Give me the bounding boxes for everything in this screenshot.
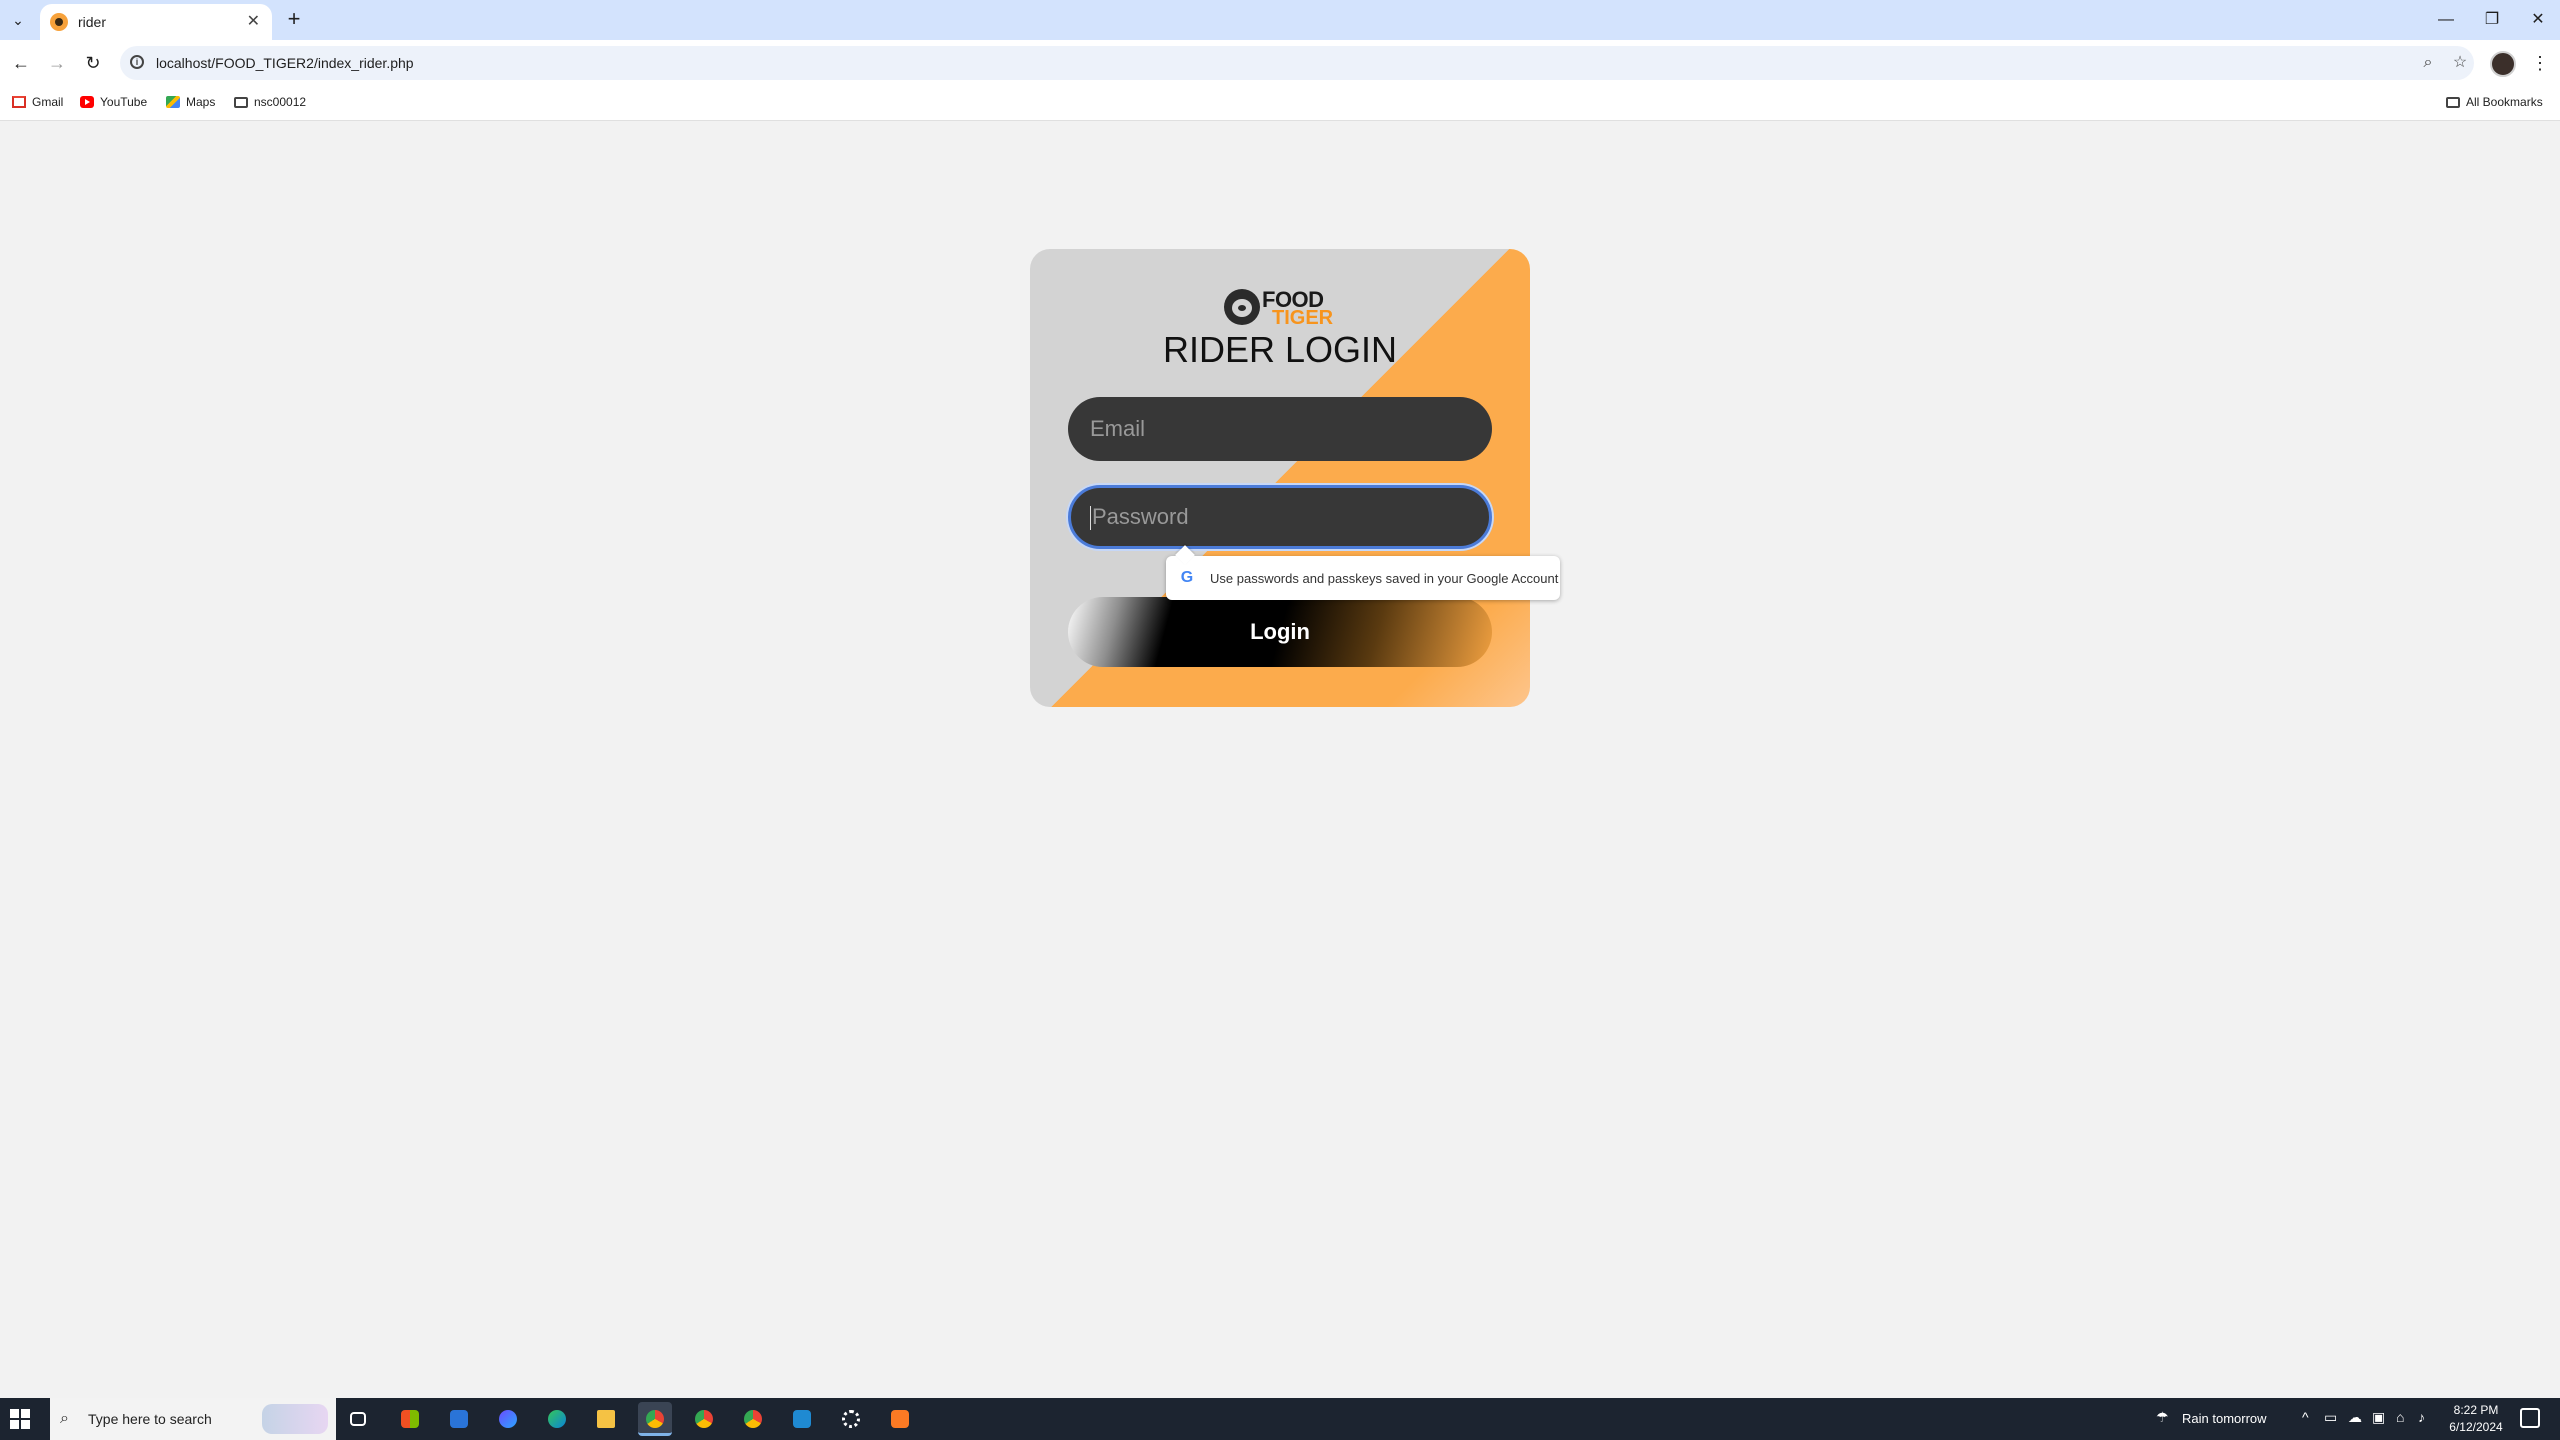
bookmark-youtube[interactable]: YouTube	[80, 95, 147, 109]
password-field[interactable]: Password	[1068, 485, 1492, 549]
folder-icon	[2446, 96, 2460, 108]
bookmark-label: Maps	[186, 95, 216, 109]
site-info-icon[interactable]: i	[130, 55, 144, 69]
address-bar[interactable]: i localhost/FOOD_TIGER2/index_rider.php …	[120, 46, 2474, 80]
page-title: RIDER LOGIN	[1162, 329, 1398, 370]
minimize-button[interactable]: —	[2426, 8, 2466, 32]
bookmark-star-icon[interactable]: ☆	[2450, 53, 2470, 73]
back-button[interactable]: ←	[9, 51, 33, 75]
meet-icon[interactable]: ▭	[2324, 1409, 2337, 1426]
tab-search-chevron-icon[interactable]: ⌄	[8, 10, 28, 30]
google-g-icon: G	[1180, 569, 1194, 586]
tab-close-icon[interactable]: ✕	[247, 13, 260, 31]
all-bookmarks-label: All Bookmarks	[2466, 95, 2543, 109]
reload-button[interactable]: ↻	[81, 51, 105, 75]
email-field[interactable]: Email	[1068, 397, 1492, 461]
new-tab-button[interactable]: +	[282, 8, 306, 32]
tiger-favicon-icon	[50, 13, 68, 31]
copilot-icon[interactable]	[491, 1402, 525, 1436]
show-hidden-icons-icon[interactable]: ^	[2302, 1409, 2309, 1425]
food-tiger-logo: FOOD TIGER	[1224, 287, 1336, 331]
taskbar-search-box[interactable]: ⌕ Type here to search	[50, 1398, 336, 1440]
tab-title: rider	[78, 14, 107, 30]
folder-icon	[234, 96, 248, 108]
onedrive-icon[interactable]: ☁	[2348, 1409, 2362, 1426]
zoom-icon[interactable]: ⌕	[2418, 53, 2438, 73]
bookmark-gmail[interactable]: Gmail	[12, 95, 63, 109]
search-icon: ⌕	[60, 1410, 69, 1427]
login-card: FOOD TIGER RIDER LOGIN Email Password Lo…	[1030, 249, 1530, 707]
chrome-profile-icon[interactable]	[736, 1402, 770, 1436]
weather-text[interactable]: Rain tomorrow	[2182, 1411, 2267, 1426]
search-highlight-image	[262, 1404, 328, 1434]
password-suggestion-text: Use passwords and passkeys saved in your…	[1210, 571, 1559, 586]
text-caret	[1090, 506, 1091, 531]
email-placeholder: Email	[1090, 416, 1146, 441]
chrome-icon-active[interactable]	[638, 1402, 672, 1436]
bookmark-folder-nsc00012[interactable]: nsc00012	[234, 95, 306, 109]
network-icon[interactable]: ⌂	[2396, 1409, 2404, 1425]
page-viewport: FOOD TIGER RIDER LOGIN Email Password Lo…	[0, 121, 2560, 1398]
url-text[interactable]: localhost/FOOD_TIGER2/index_rider.php	[156, 55, 414, 71]
volume-icon[interactable]: ♪	[2418, 1409, 2425, 1425]
bookmark-label: Gmail	[32, 95, 64, 109]
tiger-head-icon	[1224, 289, 1260, 325]
file-explorer-icon[interactable]	[589, 1402, 623, 1436]
security-icon[interactable]: ▣	[2372, 1409, 2385, 1426]
logo-text-tiger: TIGER	[1272, 307, 1334, 329]
tab-strip: ⌄ rider ✕ + — ❐ ✕	[0, 0, 2560, 40]
bookmark-maps[interactable]: Maps	[166, 95, 215, 109]
tab-rider[interactable]: rider ✕	[40, 4, 272, 40]
vscode-icon[interactable]	[785, 1402, 819, 1436]
close-window-button[interactable]: ✕	[2518, 8, 2558, 32]
forward-button[interactable]: →	[45, 51, 69, 75]
youtube-icon	[80, 96, 94, 108]
settings-gear-icon[interactable]	[834, 1402, 868, 1436]
restore-button[interactable]: ❐	[2472, 8, 2512, 32]
browser-toolbar: ← → ↻ i localhost/FOOD_TIGER2/index_ride…	[0, 40, 2560, 86]
browser-menu-icon[interactable]: ⋮	[2530, 50, 2550, 76]
notification-center-icon[interactable]	[2520, 1408, 2540, 1428]
clock-date: 6/12/2024	[2449, 1420, 2503, 1434]
bookmarks-bar: Gmail YouTube Maps nsc00012 All Bookmark…	[0, 86, 2560, 121]
weather-rain-icon[interactable]: ☂	[2156, 1409, 2169, 1426]
windows-taskbar: ⌕ Type here to search ☂ Rain tomorrow ^ …	[0, 1398, 2560, 1440]
xampp-icon[interactable]	[883, 1402, 917, 1436]
task-view-icon[interactable]	[342, 1402, 376, 1436]
profile-avatar[interactable]	[2490, 51, 2516, 77]
bookmark-label: nsc00012	[254, 95, 307, 109]
system-clock[interactable]: 8:22 PM 6/12/2024	[2436, 1402, 2516, 1436]
password-placeholder: Password	[1092, 504, 1189, 529]
login-button[interactable]: Login	[1068, 597, 1492, 667]
clock-time: 8:22 PM	[2453, 1403, 2499, 1417]
gmail-icon	[12, 96, 26, 108]
bookmark-label: YouTube	[100, 95, 148, 109]
microsoft-store-icon[interactable]	[393, 1402, 427, 1436]
windows-start-icon[interactable]	[10, 1409, 30, 1429]
all-bookmarks[interactable]: All Bookmarks	[2446, 95, 2543, 109]
maps-icon	[166, 96, 180, 108]
password-manager-suggestion[interactable]: G Use passwords and passkeys saved in yo…	[1166, 556, 1560, 600]
mail-icon[interactable]	[442, 1402, 476, 1436]
chrome-icon[interactable]	[687, 1402, 721, 1436]
search-placeholder: Type here to search	[88, 1411, 212, 1427]
edge-icon[interactable]	[540, 1402, 574, 1436]
